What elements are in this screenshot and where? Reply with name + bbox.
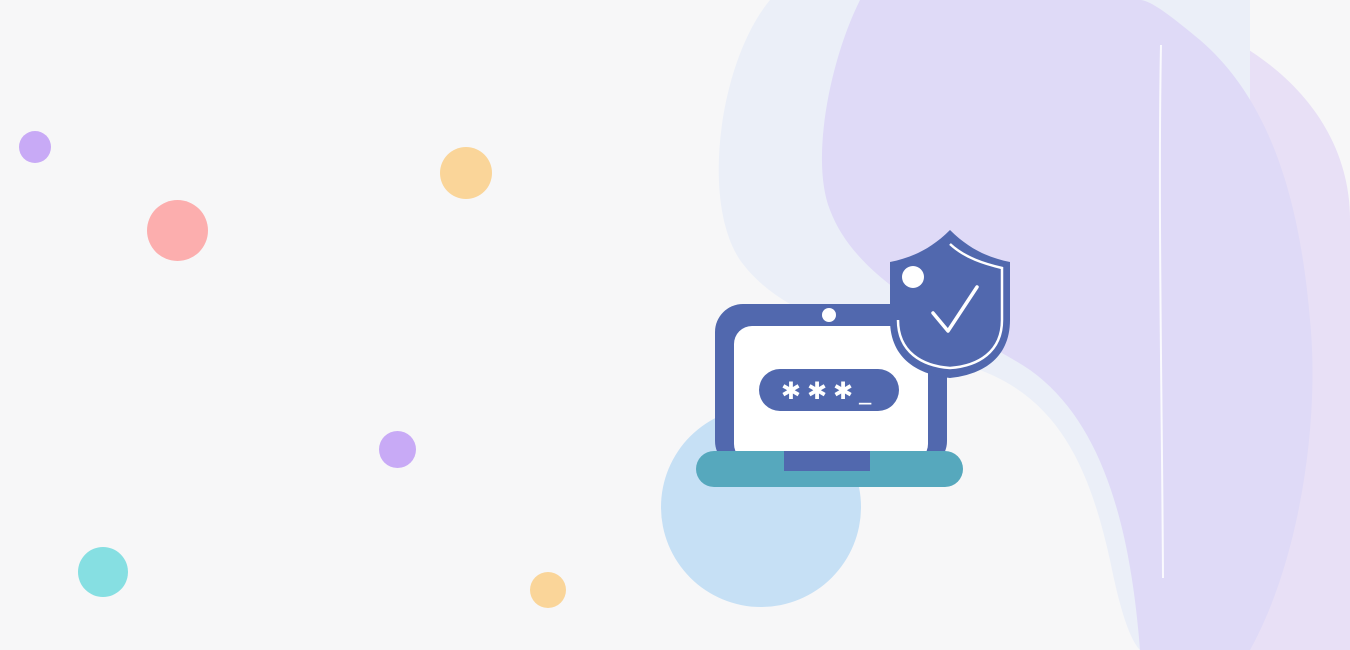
confetti-dot-yellow [530, 572, 566, 608]
confetti-dot-yellow [440, 147, 492, 199]
laptop-trackpad [784, 451, 870, 471]
shield-dot [902, 266, 924, 288]
confetti-dot-purple [19, 131, 51, 163]
confetti-dot-purple [379, 431, 416, 468]
hero-illustration: ✱✱✱_ [0, 0, 1350, 650]
confetti-dot-pink [147, 200, 208, 261]
password-mask-text: ✱✱✱_ [781, 377, 877, 405]
webcam-dot [822, 308, 836, 322]
confetti-dot-teal [78, 547, 128, 597]
password-field-icon: ✱✱✱_ [759, 369, 899, 411]
